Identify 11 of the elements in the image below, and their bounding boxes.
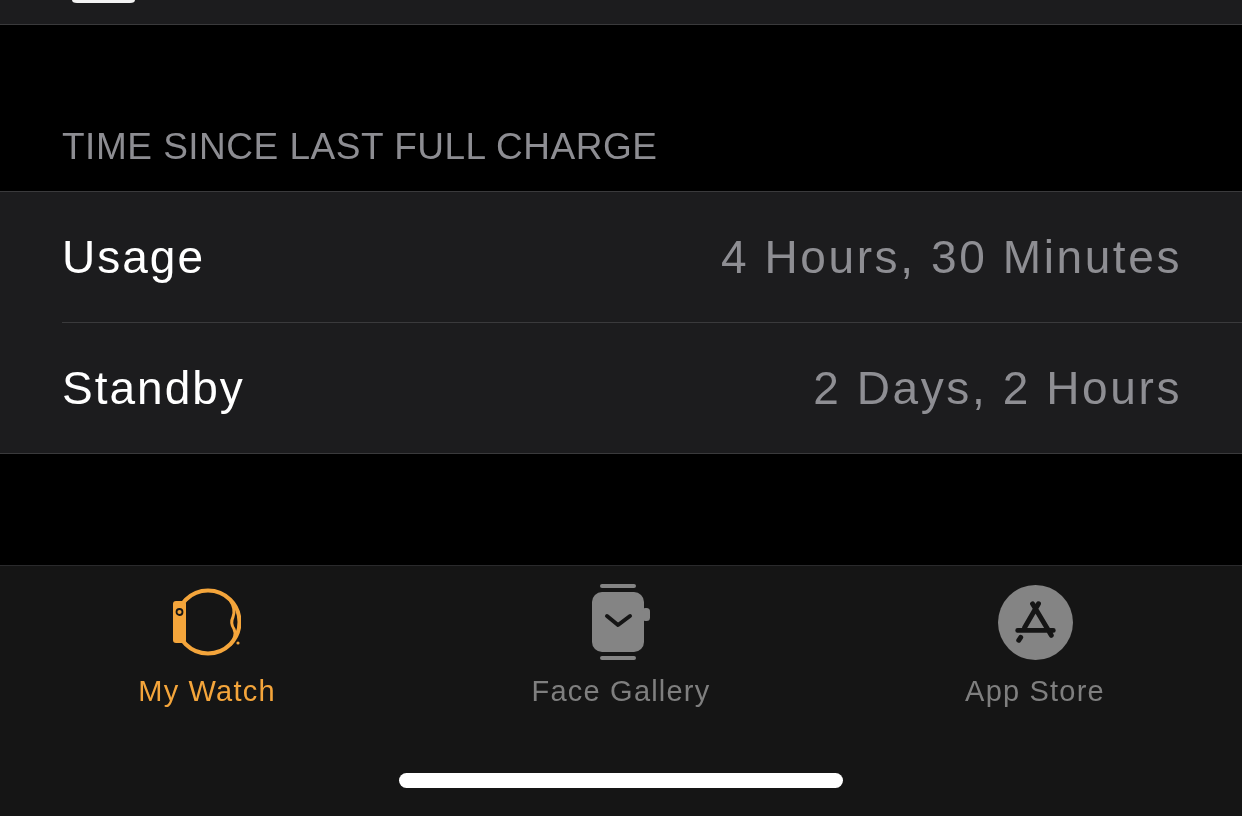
row-value: 2 Days, 2 Hours xyxy=(813,361,1182,415)
row-value: 4 Hours, 30 Minutes xyxy=(720,230,1182,284)
row-label: Usage xyxy=(62,230,205,284)
cut-off-icon xyxy=(72,0,135,3)
section-header: TIME SINCE LAST FULL CHARGE xyxy=(62,125,658,169)
app-store-icon xyxy=(997,584,1073,660)
row-label: Standby xyxy=(62,361,245,415)
tab-bar-item[interactable]: Face Gallery xyxy=(523,584,719,708)
tab-bar-item[interactable]: App Store xyxy=(957,584,1113,708)
tab-bar-item[interactable]: My Watch xyxy=(130,584,284,708)
watch-face-icon xyxy=(592,584,650,660)
